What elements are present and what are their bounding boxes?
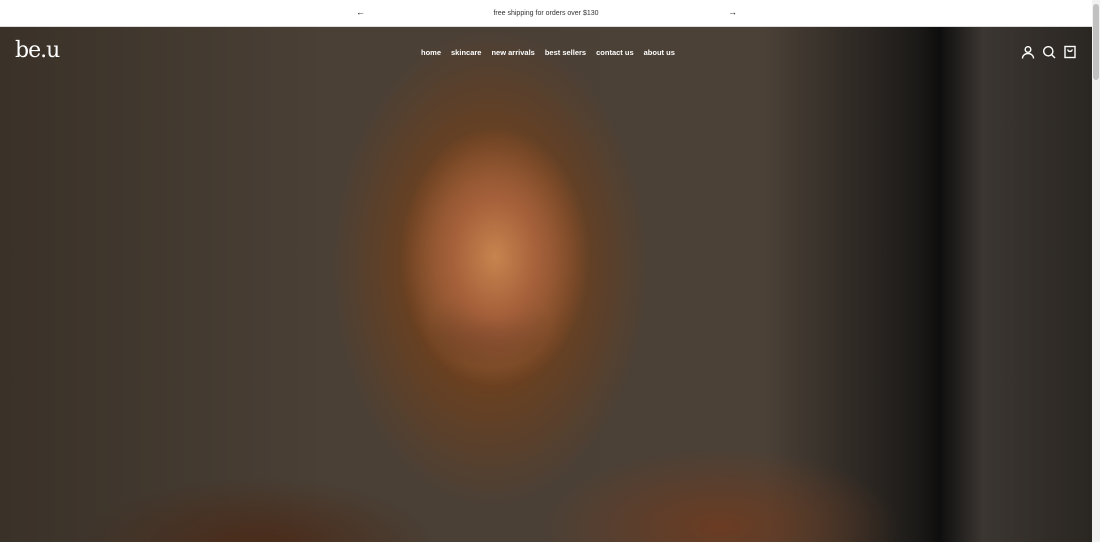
search-icon[interactable] (1042, 45, 1056, 59)
nav-about-us[interactable]: about us (644, 48, 675, 57)
account-icon[interactable] (1021, 45, 1035, 59)
prev-announcement-button[interactable]: ← (356, 7, 365, 17)
nav-best-sellers[interactable]: best sellers (545, 48, 586, 57)
scrollbar-thumb[interactable] (1093, 4, 1099, 80)
logo[interactable]: be.u (15, 38, 60, 63)
scrollbar[interactable] (1092, 0, 1100, 542)
nav-contact-us[interactable]: contact us (596, 48, 634, 57)
header-icons (1021, 45, 1077, 59)
cart-icon[interactable] (1063, 45, 1077, 59)
announcement-bar: ← free shipping for orders over $130 → (0, 0, 1092, 27)
announcement-text: free shipping for orders over $130 (493, 9, 599, 17)
nav-skincare[interactable]: skincare (451, 48, 481, 57)
next-announcement-button[interactable]: → (728, 7, 737, 17)
main-nav: home skincare new arrivals best sellers … (421, 48, 675, 57)
page: ← free shipping for orders over $130 → b… (0, 0, 1092, 542)
nav-new-arrivals[interactable]: new arrivals (491, 48, 534, 57)
nav-home[interactable]: home (421, 48, 441, 57)
hero-image (0, 27, 1092, 542)
